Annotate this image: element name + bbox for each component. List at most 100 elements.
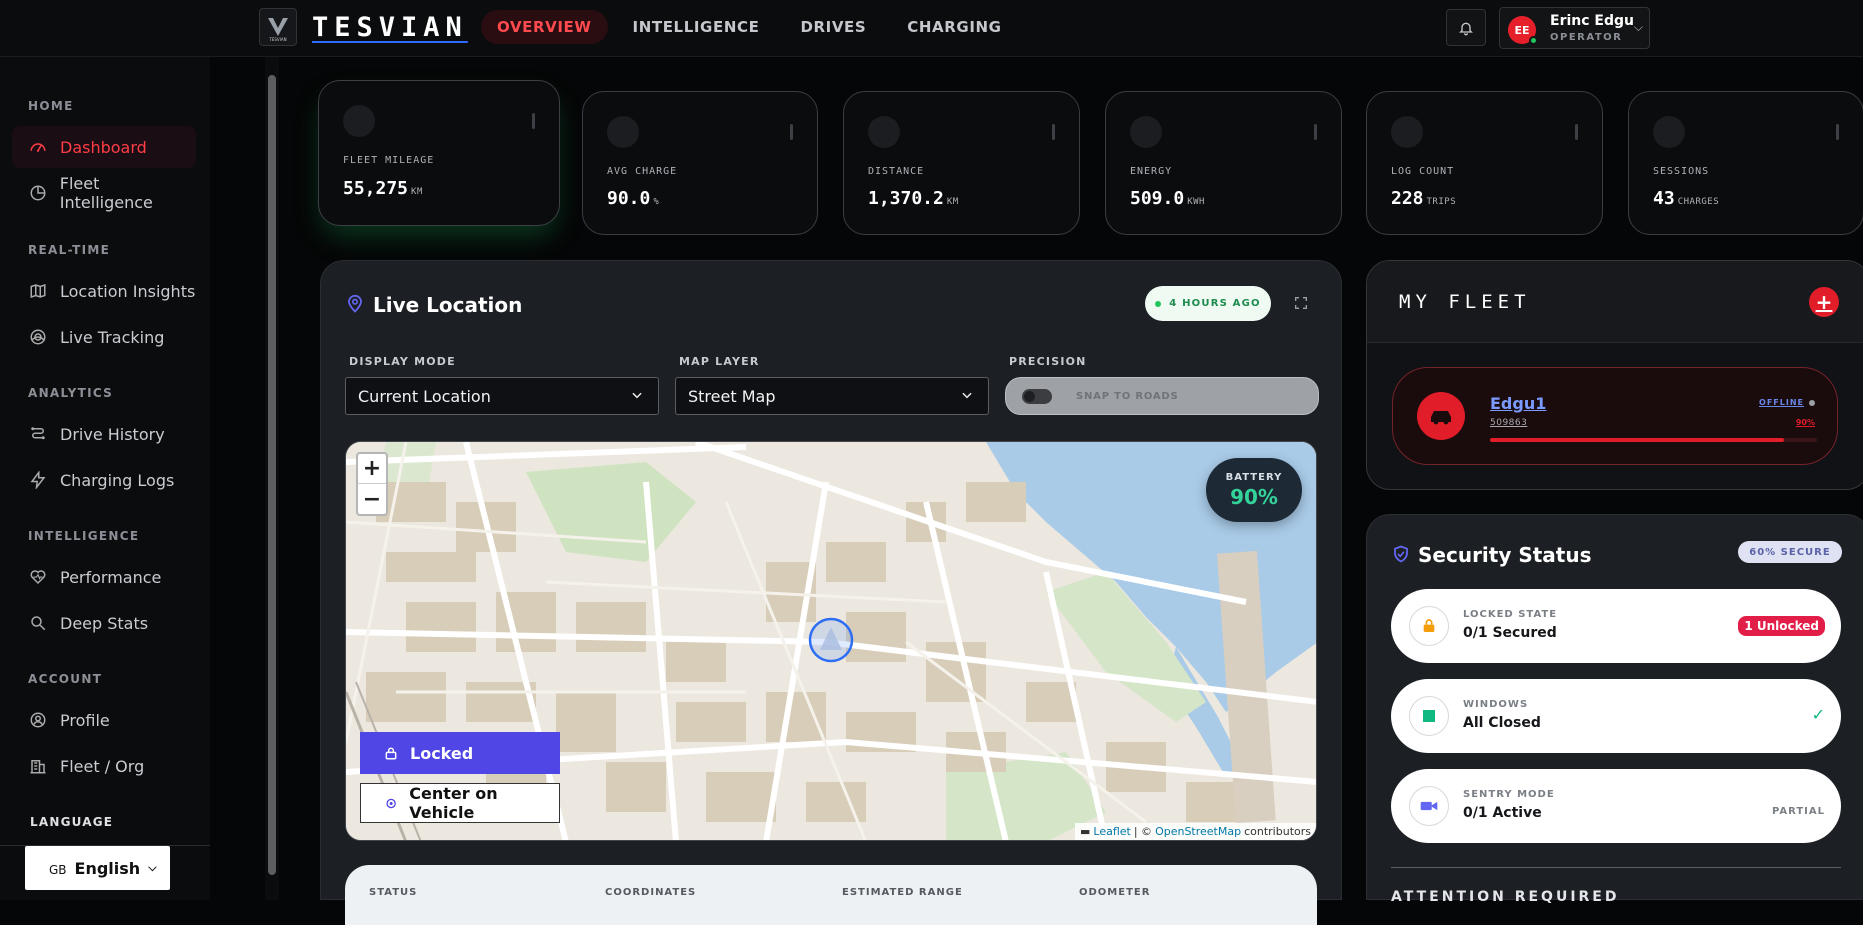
security-status-title: Security Status bbox=[1418, 543, 1592, 567]
stat-label: DISTANCE bbox=[868, 166, 925, 177]
sidebar-item-performance[interactable]: Performance bbox=[12, 556, 196, 598]
vehicle-battery-bar bbox=[1490, 438, 1817, 442]
stat-indicator bbox=[1836, 124, 1839, 140]
vehicle-battery-percent: 90% bbox=[1795, 418, 1815, 427]
center-on-vehicle-button[interactable]: Center on Vehicle bbox=[360, 783, 560, 823]
tab-charging[interactable]: CHARGING bbox=[891, 10, 1017, 44]
security-card-locked-state[interactable]: LOCKED STATE 0/1 Secured 1 Unlocked bbox=[1391, 589, 1841, 663]
stat-card-avg-charge[interactable]: AVG CHARGE 90.0% bbox=[582, 91, 818, 235]
sidebar-item-label: Fleet Intelligence bbox=[59, 174, 153, 212]
stat-card-distance[interactable]: DISTANCE 1,370.2 KM bbox=[843, 91, 1080, 235]
sidebar-item-label: Fleet / Org bbox=[60, 756, 145, 776]
status-dot bbox=[1809, 399, 1815, 406]
tab-overview[interactable]: OVERVIEW bbox=[481, 10, 608, 44]
battery-value: 90% bbox=[1230, 485, 1278, 509]
language-select[interactable]: GB English ⌵ bbox=[25, 846, 170, 890]
notifications-button[interactable] bbox=[1446, 9, 1486, 46]
stat-indicator bbox=[790, 124, 793, 140]
add-vehicle-button[interactable]: + bbox=[1809, 287, 1839, 317]
stat-icon bbox=[1653, 116, 1685, 148]
stat-label: FLEET MILEAGE bbox=[343, 155, 435, 166]
map-layer-label: MAP LAYER bbox=[679, 355, 760, 368]
user-menu[interactable]: EE Erinc Edgu OPERATOR ⌵ bbox=[1499, 7, 1650, 49]
security-status-panel: Security Status 60% SECURE LOCKED STATE … bbox=[1366, 514, 1863, 905]
sidebar-item-label: Charging Logs bbox=[60, 470, 175, 490]
map-view[interactable]: + − BATTERY 90% Locked Center on Vehicle… bbox=[345, 441, 1317, 841]
display-mode-select[interactable]: Current Location bbox=[345, 377, 659, 415]
lock-icon bbox=[385, 747, 397, 759]
sidebar-item-fleet-org[interactable]: Fleet / Org bbox=[12, 745, 196, 787]
radar-icon bbox=[28, 327, 48, 347]
snap-to-roads-toggle[interactable]: SNAP TO ROADS bbox=[1005, 377, 1319, 415]
info-odometer-label: ODOMETER bbox=[1079, 887, 1151, 898]
security-item-label: SENTRY MODE bbox=[1463, 789, 1555, 800]
car-icon bbox=[1417, 392, 1465, 440]
leaflet-link[interactable]: Leaflet bbox=[1093, 825, 1130, 838]
sidebar-item-drive-history[interactable]: Drive History bbox=[12, 413, 196, 455]
stat-card-sessions[interactable]: SESSIONS 43 CHARGES bbox=[1628, 91, 1863, 235]
search-icon bbox=[28, 613, 48, 633]
sidebar-item-deep-stats[interactable]: Deep Stats bbox=[12, 602, 196, 644]
map-pin-icon bbox=[348, 294, 362, 313]
stat-icon bbox=[607, 116, 639, 148]
logo[interactable]: TESVIAN bbox=[259, 8, 297, 46]
stat-card-fleet-mileage[interactable]: FLEET MILEAGE 55,275 KM bbox=[318, 80, 560, 226]
expand-icon[interactable] bbox=[1293, 295, 1309, 311]
sidebar-item-profile[interactable]: Profile bbox=[12, 699, 196, 741]
shield-check-icon bbox=[1394, 545, 1408, 563]
flag-ukraine-icon: ▬ bbox=[1080, 825, 1091, 838]
security-item-label: LOCKED STATE bbox=[1463, 609, 1558, 620]
stat-value: 90.0% bbox=[607, 188, 660, 209]
bolt-icon bbox=[28, 470, 48, 490]
sidebar: HOME Dashboard Fleet Intelligence REAL-T… bbox=[0, 57, 210, 900]
language-value: English bbox=[74, 858, 141, 878]
toggle-switch[interactable] bbox=[1022, 388, 1052, 404]
map-layer-select[interactable]: Street Map bbox=[675, 377, 989, 415]
live-location-title: Live Location bbox=[373, 293, 523, 317]
sidebar-item-dashboard[interactable]: Dashboard bbox=[12, 126, 196, 168]
zoom-in-button[interactable]: + bbox=[358, 454, 386, 484]
scrollbar-thumb[interactable] bbox=[268, 75, 276, 875]
chevron-down-icon: ⌵ bbox=[1633, 20, 1643, 34]
unlocked-badge: 1 Unlocked bbox=[1738, 616, 1825, 636]
online-status-dot bbox=[1529, 36, 1538, 45]
vehicle-card[interactable]: Edgu1 509863 OFFLINE 90% bbox=[1392, 367, 1838, 465]
stat-card-log-count[interactable]: LOG COUNT 228 TRIPS bbox=[1366, 91, 1603, 235]
locked-button[interactable]: Locked bbox=[360, 732, 560, 774]
map-icon bbox=[28, 281, 48, 301]
sidebar-item-charging-logs[interactable]: Charging Logs bbox=[12, 459, 196, 501]
building-icon bbox=[28, 756, 48, 776]
sidebar-item-label: Performance bbox=[60, 567, 162, 587]
tab-intelligence[interactable]: INTELLIGENCE bbox=[617, 10, 776, 44]
battery-bar-fill bbox=[1490, 438, 1785, 442]
live-location-panel: Live Location 4 HOURS AGO DISPLAY MODE C… bbox=[320, 260, 1342, 925]
main-nav: OVERVIEW INTELLIGENCE DRIVES CHARGING bbox=[481, 10, 1027, 44]
user-name: Erinc Edgu bbox=[1550, 13, 1634, 29]
sidebar-item-label: Live Tracking bbox=[60, 327, 165, 347]
sidebar-item-location-insights[interactable]: Location Insights bbox=[12, 270, 196, 312]
sidebar-item-fleet-intelligence[interactable]: Fleet Intelligence bbox=[12, 172, 196, 214]
stat-card-energy[interactable]: ENERGY 509.0 KWH bbox=[1105, 91, 1342, 235]
display-mode-label: DISPLAY MODE bbox=[349, 355, 456, 368]
stat-label: SESSIONS bbox=[1653, 166, 1710, 177]
precision-label: PRECISION bbox=[1009, 355, 1087, 368]
info-coordinates-label: COORDINATES bbox=[605, 887, 697, 898]
status-dot bbox=[1155, 300, 1162, 307]
osm-link[interactable]: OpenStreetMap bbox=[1155, 825, 1241, 838]
window-icon bbox=[1409, 696, 1449, 736]
sidebar-section-account: ACCOUNT bbox=[28, 672, 103, 686]
sidebar-section-analytics: ANALYTICS bbox=[28, 386, 114, 400]
zoom-out-button[interactable]: − bbox=[358, 484, 386, 514]
top-bar: TESVIAN TESVIAN OVERVIEW INTELLIGENCE DR… bbox=[0, 0, 1863, 57]
stat-indicator bbox=[532, 113, 535, 129]
security-card-sentry-mode[interactable]: SENTRY MODE 0/1 Active PARTIAL bbox=[1391, 769, 1841, 843]
vehicle-name-link[interactable]: Edgu1 bbox=[1490, 394, 1546, 413]
stat-icon bbox=[1391, 116, 1423, 148]
tab-drives[interactable]: DRIVES bbox=[784, 10, 882, 44]
sidebar-scrollbar[interactable] bbox=[265, 57, 279, 900]
sidebar-item-live-tracking[interactable]: Live Tracking bbox=[12, 316, 196, 358]
security-card-windows[interactable]: WINDOWS All Closed ✓ bbox=[1391, 679, 1841, 753]
heart-pulse-icon bbox=[28, 567, 48, 587]
brand-name[interactable]: TESVIAN bbox=[312, 12, 468, 43]
battery-indicator: BATTERY 90% bbox=[1206, 458, 1302, 522]
